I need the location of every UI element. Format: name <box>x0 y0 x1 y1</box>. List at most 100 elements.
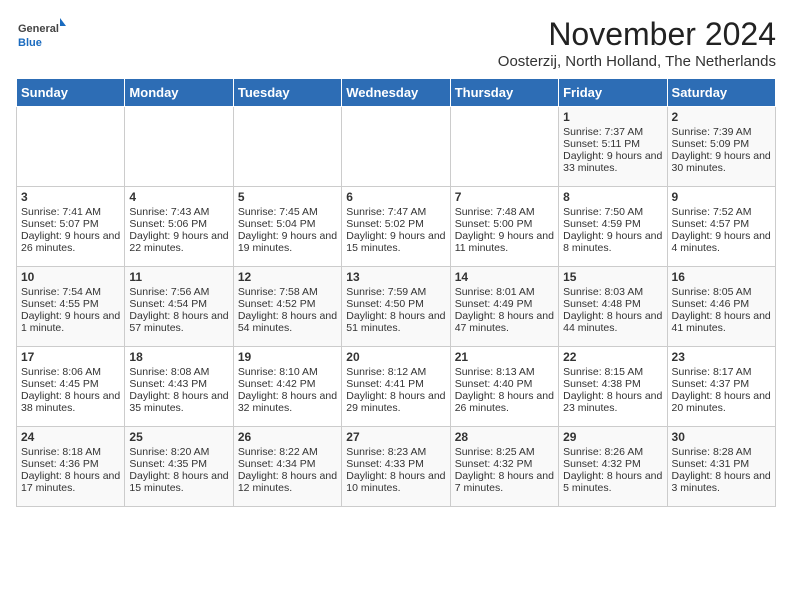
day-info-line: Daylight: 9 hours and 22 minutes. <box>129 230 228 254</box>
day-info-line: Daylight: 8 hours and 35 minutes. <box>129 390 228 414</box>
calendar-day-cell: 30Sunrise: 8:28 AMSunset: 4:31 PMDayligh… <box>667 427 775 507</box>
day-number: 15 <box>563 270 662 284</box>
calendar-header-cell: Friday <box>559 79 667 107</box>
calendar-day-cell: 1 Sunrise: 7:37 AMSunset: 5:11 PMDaylight… <box>559 107 667 187</box>
logo-svg: General Blue <box>16 16 66 56</box>
day-info-line: Daylight: 8 hours and 47 minutes. <box>455 310 554 334</box>
day-info-line: Sunrise: 7:58 AM <box>238 286 337 298</box>
day-number: 5 <box>238 190 337 204</box>
day-info-line: Daylight: 9 hours and 33 minutes. <box>563 150 662 174</box>
day-info-line: Sunrise: 7:47 AM <box>346 206 445 218</box>
day-info-line: Sunrise: 8:26 AM <box>563 446 662 458</box>
logo: General Blue <box>16 16 66 56</box>
calendar-header-cell: Saturday <box>667 79 775 107</box>
day-number: 2 <box>672 110 771 124</box>
day-info-line: Sunrise: 7:59 AM <box>346 286 445 298</box>
calendar-header-cell: Thursday <box>450 79 558 107</box>
day-info-line: Sunset: 4:52 PM <box>238 298 337 310</box>
day-number: 17 <box>21 350 120 364</box>
day-info-line: Sunset: 4:34 PM <box>238 458 337 470</box>
calendar-day-cell: 27Sunrise: 8:23 AMSunset: 4:33 PMDayligh… <box>342 427 450 507</box>
day-info-line: Sunrise: 8:20 AM <box>129 446 228 458</box>
day-number: 1 <box>563 110 662 124</box>
calendar-day-cell: 5Sunrise: 7:45 AMSunset: 5:04 PMDaylight… <box>233 187 341 267</box>
day-info-line: Sunset: 4:38 PM <box>563 378 662 390</box>
day-info-line: Sunset: 4:54 PM <box>129 298 228 310</box>
title-block: November 2024 Oosterzij, North Holland, … <box>498 16 776 70</box>
calendar-day-cell: 11Sunrise: 7:56 AMSunset: 4:54 PMDayligh… <box>125 267 233 347</box>
day-info-line: Sunset: 5:06 PM <box>129 218 228 230</box>
calendar-day-cell: 4 Sunrise: 7:43 AMSunset: 5:06 PMDaylight… <box>125 187 233 267</box>
day-number: 16 <box>672 270 771 284</box>
calendar-day-cell: 14Sunrise: 8:01 AMSunset: 4:49 PMDayligh… <box>450 267 558 347</box>
day-number: 29 <box>563 430 662 444</box>
day-info-line: Sunset: 4:50 PM <box>346 298 445 310</box>
day-info-line: Daylight: 8 hours and 38 minutes. <box>21 390 120 414</box>
day-info-line: Sunset: 4:32 PM <box>455 458 554 470</box>
day-info-line: Daylight: 8 hours and 15 minutes. <box>129 470 228 494</box>
day-info-line: Sunrise: 7:52 AM <box>672 206 771 218</box>
day-info-line: Sunset: 5:09 PM <box>672 138 771 150</box>
day-info-line: Sunrise: 7:50 AM <box>563 206 662 218</box>
day-info-line: Sunset: 4:31 PM <box>672 458 771 470</box>
day-info-line: Sunrise: 8:23 AM <box>346 446 445 458</box>
day-number: 13 <box>346 270 445 284</box>
day-number: 4 <box>129 190 228 204</box>
calendar-week-row: 10 Sunrise: 7:54 AMSunset: 4:55 PM Dayligh… <box>17 267 776 347</box>
calendar-header-cell: Monday <box>125 79 233 107</box>
calendar-day-cell: 22Sunrise: 8:15 AMSunset: 4:38 PMDayligh… <box>559 347 667 427</box>
day-info-line: Daylight: 8 hours and 5 minutes. <box>563 470 662 494</box>
calendar-day-cell: 6Sunrise: 7:47 AMSunset: 5:02 PMDaylight… <box>342 187 450 267</box>
day-info-line: Sunset: 4:43 PM <box>129 378 228 390</box>
calendar-header-row: SundayMondayTuesdayWednesdayThursdayFrid… <box>17 79 776 107</box>
day-info-line: Sunrise: 8:28 AM <box>672 446 771 458</box>
location: Oosterzij, North Holland, The Netherland… <box>498 53 776 70</box>
day-info-line: Sunrise: 8:05 AM <box>672 286 771 298</box>
calendar-day-cell <box>450 107 558 187</box>
day-info-line: Sunrise: 8:17 AM <box>672 366 771 378</box>
calendar-day-cell: 17Sunrise: 8:06 AMSunset: 4:45 PMDayligh… <box>17 347 125 427</box>
calendar-day-cell: 3Sunrise: 7:41 AMSunset: 5:07 PMDaylight… <box>17 187 125 267</box>
day-info-line: Sunset: 5:11 PM <box>563 138 662 150</box>
day-number: 28 <box>455 430 554 444</box>
day-info-line: Sunset: 4:55 PM <box>21 298 120 310</box>
day-info-line: Sunset: 4:35 PM <box>129 458 228 470</box>
day-info-line: Sunrise: 8:22 AM <box>238 446 337 458</box>
day-number: 25 <box>129 430 228 444</box>
day-info-line: Daylight: 8 hours and 17 minutes. <box>21 470 120 494</box>
day-number: 7 <box>455 190 554 204</box>
day-info-line: Sunrise: 8:12 AM <box>346 366 445 378</box>
calendar-body: 1Sunrise: 7:37 AMSunset: 5:11 PMDaylight… <box>17 107 776 507</box>
day-info-line: Daylight: 8 hours and 44 minutes. <box>563 310 662 334</box>
day-number: 18 <box>129 350 228 364</box>
day-number: 30 <box>672 430 771 444</box>
calendar-day-cell: 13 Sunrise: 7:59 AMSunset: 4:50 PMDayligh… <box>342 267 450 347</box>
day-number: 10 <box>21 270 120 284</box>
calendar-day-cell: 10Sunrise: 7:54 AMSunset: 4:55 PMDayligh… <box>17 267 125 347</box>
day-info-line: Daylight: 8 hours and 20 minutes. <box>672 390 771 414</box>
month-title: November 2024 <box>498 16 776 53</box>
day-info-line: Daylight: 9 hours and 8 minutes. <box>563 230 662 254</box>
day-info-line: Sunrise: 7:39 AM <box>672 126 771 138</box>
day-number: 6 <box>346 190 445 204</box>
day-info-line: Sunset: 5:00 PM <box>455 218 554 230</box>
calendar-day-cell: 28Sunrise: 8:25 AMSunset: 4:32 PMDayligh… <box>450 427 558 507</box>
day-info-line: Sunset: 4:46 PM <box>672 298 771 310</box>
day-number: 8 <box>563 190 662 204</box>
day-info-line: Daylight: 9 hours and 26 minutes. <box>21 230 120 254</box>
day-info-line: Daylight: 9 hours and 19 minutes. <box>238 230 337 254</box>
day-info-line: Daylight: 8 hours and 54 minutes. <box>238 310 337 334</box>
day-info-line: Sunrise: 7:54 AM <box>21 286 120 298</box>
calendar-table: SundayMondayTuesdayWednesdayThursdayFrid… <box>16 78 776 507</box>
day-info-line: Sunrise: 7:43 AM <box>129 206 228 218</box>
calendar-day-cell: 20Sunrise: 8:12 AMSunset: 4:41 PMDayligh… <box>342 347 450 427</box>
day-info-line: Daylight: 8 hours and 12 minutes. <box>238 470 337 494</box>
day-info-line: Sunset: 4:49 PM <box>455 298 554 310</box>
day-info-line: Sunset: 4:59 PM <box>563 218 662 230</box>
day-info-line: Daylight: 8 hours and 51 minutes. <box>346 310 445 334</box>
day-info-line: Daylight: 9 hours and 4 minutes. <box>672 230 771 254</box>
day-number: 21 <box>455 350 554 364</box>
day-info-line: Sunrise: 7:37 AM <box>563 126 662 138</box>
day-info-line: Daylight: 9 hours and 15 minutes. <box>346 230 445 254</box>
day-info-line: Sunset: 4:41 PM <box>346 378 445 390</box>
